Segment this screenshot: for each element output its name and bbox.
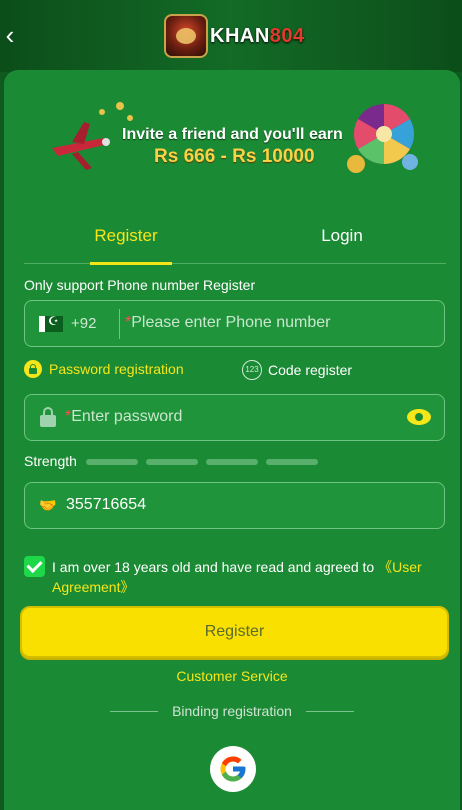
country-code[interactable]: +92 (71, 315, 96, 332)
invite-code-field[interactable]: 🤝 355716654 (24, 482, 445, 529)
invite-code-input[interactable]: 355716654 (66, 496, 146, 514)
back-arrow-icon[interactable]: ‹ (0, 22, 20, 50)
strength-bar (206, 459, 258, 465)
lock-icon (24, 360, 42, 378)
customer-service-link[interactable]: Customer Service (4, 668, 460, 684)
top-bar: ‹ KHAN804 (0, 0, 462, 72)
strength-label: Strength (24, 453, 77, 469)
banner-headline: Invite a friend and you'll earn (122, 126, 343, 143)
brand-name: KHAN804 (210, 24, 305, 47)
tab-register[interactable]: Register (56, 222, 196, 265)
lock-icon (40, 407, 56, 427)
tab-login[interactable]: Login (272, 222, 412, 264)
register-hint: Only support Phone number Register (24, 277, 256, 293)
binding-registration-label: Binding registration (172, 703, 292, 719)
strength-bar (266, 459, 318, 465)
password-field[interactable]: *Enter password (24, 394, 445, 441)
register-button[interactable]: Register (20, 606, 449, 658)
banner-amount: Rs 666 - Rs 10000 (154, 146, 315, 167)
strength-bar (146, 459, 198, 465)
divider-line (306, 711, 354, 712)
handshake-icon: 🤝 (39, 497, 57, 513)
register-card: Invite a friend and you'll earn Rs 666 -… (4, 70, 460, 810)
divider (119, 309, 120, 339)
brand-logo: KHAN804 (164, 14, 305, 58)
pakistan-flag-icon[interactable] (39, 314, 63, 332)
code-123-icon: 123 (242, 360, 262, 380)
phone-field[interactable]: +92 *Please enter Phone number (24, 300, 445, 347)
strength-bar (86, 459, 138, 465)
google-login-button[interactable] (210, 746, 256, 792)
checkbox-checked-icon[interactable] (24, 556, 45, 577)
password-registration-option[interactable]: Password registration (24, 360, 184, 378)
brand-emblem-icon (164, 14, 208, 58)
eye-icon[interactable] (407, 409, 431, 425)
airplane-icon (52, 122, 110, 170)
phone-input[interactable]: *Please enter Phone number (125, 314, 330, 332)
agreement-text: I am over 18 years old and have read and… (52, 559, 422, 595)
password-input[interactable]: *Enter password (65, 408, 182, 426)
auth-tabs: Register Login (24, 222, 446, 265)
invite-banner[interactable]: Invite a friend and you'll earn Rs 666 -… (44, 98, 424, 182)
code-register-option[interactable]: 123 Code register (242, 360, 352, 380)
google-icon (220, 756, 246, 782)
registration-mode-row: Password registration 123 Code register (24, 360, 446, 382)
